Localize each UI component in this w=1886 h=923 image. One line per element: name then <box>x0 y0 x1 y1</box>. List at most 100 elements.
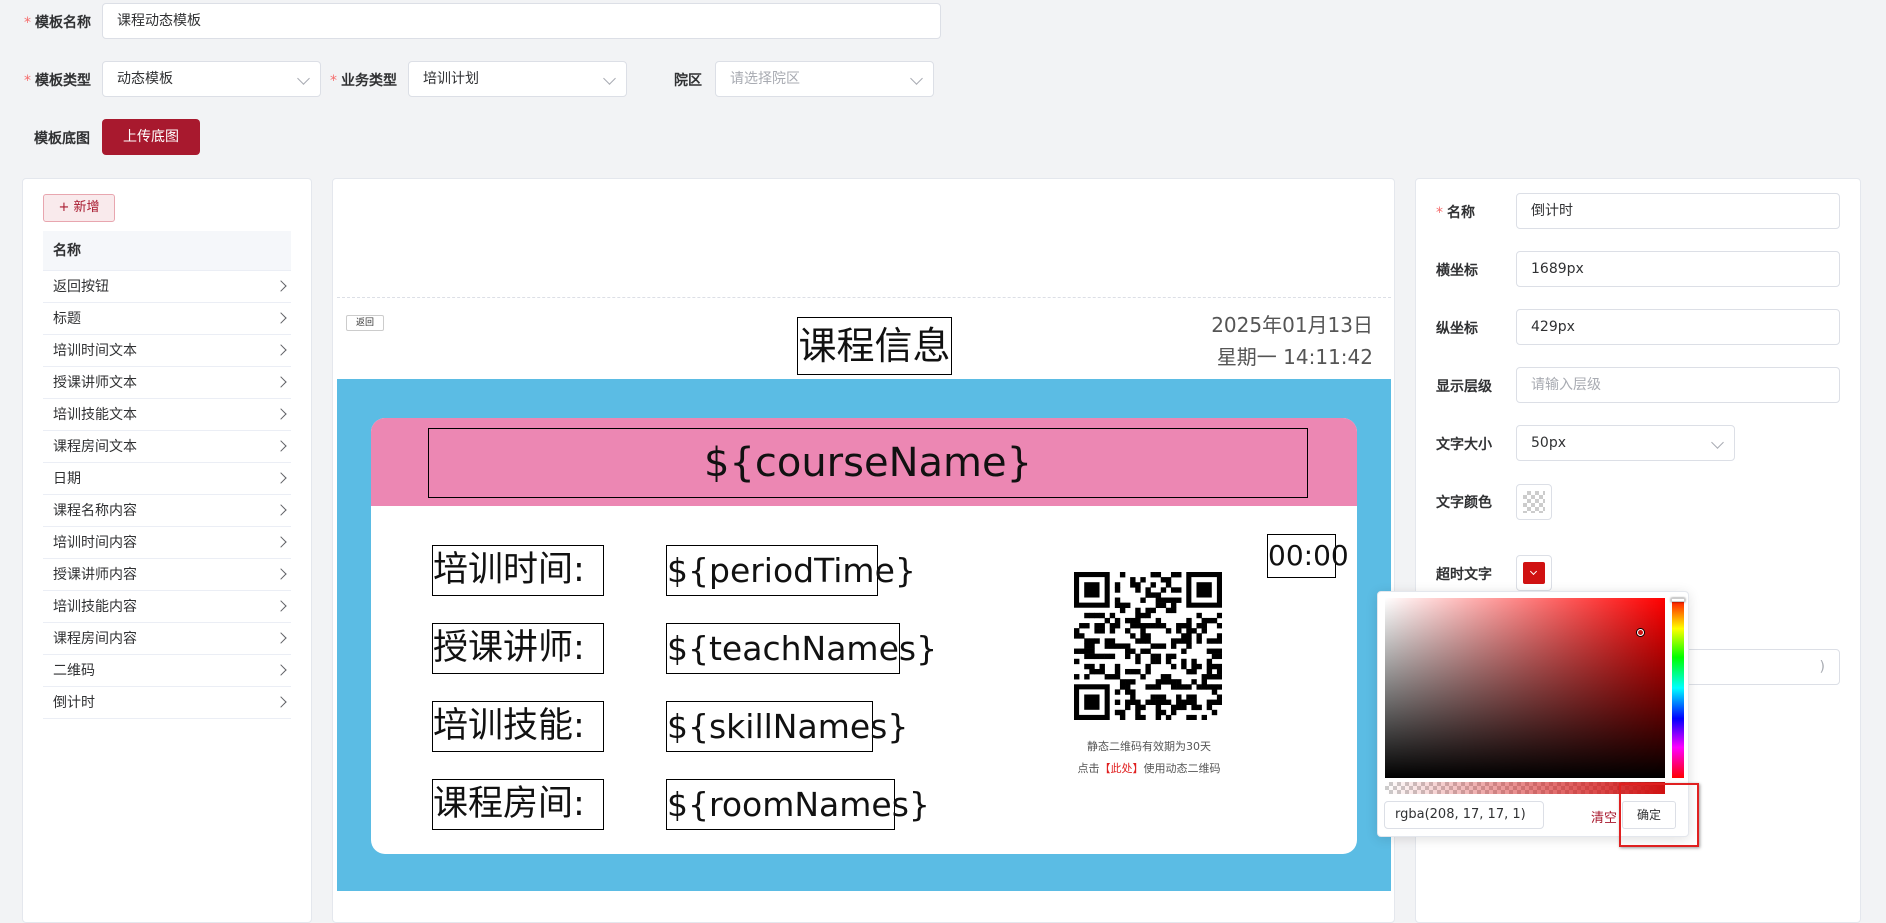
list-item-label: 培训时间文本 <box>53 343 137 359</box>
chevron-right-icon <box>275 280 287 292</box>
chevron-right-icon <box>275 472 287 484</box>
bg-label: 模板底图 <box>34 131 90 147</box>
chevron-right-icon <box>275 344 287 356</box>
room-names-element[interactable]: ${roomNames} <box>666 779 930 830</box>
list-item-label: 培训技能文本 <box>53 407 137 423</box>
prop-font-size-select[interactable]: 50px <box>1516 425 1735 461</box>
list-header: 名称 <box>43 231 291 271</box>
qr-code-element[interactable] <box>1074 572 1223 721</box>
teach-names-element[interactable]: ${teachNames} <box>666 623 937 674</box>
prop-y-label: 纵坐标 <box>1436 321 1478 337</box>
list-item-label: 日期 <box>53 471 81 487</box>
prop-x-label: 横坐标 <box>1436 263 1478 279</box>
canvas-panel: 返回 课程信息 2025年01月13日 星期一 14:11:42 ${cours… <box>332 178 1395 923</box>
chevron-right-icon <box>275 408 287 420</box>
back-button-element[interactable]: 返回 <box>346 315 384 331</box>
list-item[interactable]: 倒计时 <box>43 687 291 719</box>
hue-thumb[interactable] <box>1671 598 1685 602</box>
prop-y-input[interactable]: 429px <box>1516 309 1840 345</box>
prop-name-label: * 名称 <box>1436 205 1475 221</box>
transparent-pattern-icon <box>1523 491 1545 513</box>
upload-bg-button[interactable]: 上传底图 <box>102 119 200 155</box>
canvas-top-border <box>337 297 1391 298</box>
date-line-2: 星期一 14:11:42 <box>1216 345 1373 369</box>
campus-placeholder: 请选择院区 <box>730 71 800 87</box>
list-item[interactable]: 课程房间文本 <box>43 431 291 463</box>
qr-note: 静态二维码有效期为30天 点击【此处】使用动态二维码 <box>1049 736 1249 780</box>
room-label-element[interactable]: 课程房间: <box>432 779 604 830</box>
canvas-background: ${courseName} 00:00 培训时间: 授课讲师: 培训技能: 课程… <box>337 379 1391 891</box>
chevron-down-icon <box>910 72 923 85</box>
business-type-label: * 业务类型 <box>330 73 397 89</box>
element-list: 返回按钮 标题培训时间文本 授课讲师文本 培训技能文本课程房间文本日期课程名称内容 培训… <box>43 271 291 731</box>
list-item[interactable]: 课程房间内容 <box>43 623 291 655</box>
list-item[interactable]: 日期 <box>43 463 291 495</box>
course-name-element[interactable]: ${courseName} <box>428 428 1308 498</box>
add-element-button[interactable]: + 新增 <box>43 194 115 222</box>
skill-label-element[interactable]: 培训技能: <box>432 701 604 752</box>
canvas-title-element[interactable]: 课程信息 <box>797 317 952 375</box>
template-type-label: * 模板类型 <box>24 73 91 89</box>
list-item[interactable]: 授课讲师文本 <box>43 367 291 399</box>
chevron-right-icon <box>275 696 287 708</box>
chevron-right-icon <box>275 632 287 644</box>
prop-z-input[interactable]: 请输入层级 <box>1516 367 1840 403</box>
chevron-down-icon <box>1711 436 1724 449</box>
template-name-label: * 模板名称 <box>24 15 91 31</box>
countdown-element[interactable]: 00:00 <box>1267 534 1349 578</box>
list-item[interactable]: 培训技能内容 <box>43 591 291 623</box>
highlight-annotation-box <box>1619 783 1699 847</box>
chevron-right-icon <box>275 504 287 516</box>
font-size-value: 50px <box>1531 435 1566 451</box>
qr-dynamic-link[interactable]: 【此处】 <box>1100 762 1144 775</box>
list-item-label: 倒计时 <box>53 695 95 711</box>
list-item-label: 课程名称内容 <box>53 503 137 519</box>
saturation-panel[interactable] <box>1385 598 1665 778</box>
date-element[interactable]: 2025年01月13日 星期一 14:11:42 <box>1153 309 1373 373</box>
chevron-right-icon <box>275 440 287 452</box>
teacher-label-element[interactable]: 授课讲师: <box>432 623 604 674</box>
template-type-select[interactable]: 动态模板 <box>102 61 321 97</box>
list-item[interactable]: 授课讲师内容 <box>43 559 291 591</box>
chevron-down-icon <box>603 72 616 85</box>
chevron-right-icon <box>275 600 287 612</box>
chevron-right-icon <box>275 536 287 548</box>
chevron-right-icon <box>275 376 287 388</box>
chevron-right-icon <box>275 664 287 676</box>
template-name-input[interactable]: 课程动态模板 <box>102 3 941 39</box>
chevron-right-icon <box>275 568 287 580</box>
date-line-1: 2025年01月13日 <box>1211 313 1373 337</box>
prop-name-input[interactable]: 倒计时 <box>1516 193 1840 229</box>
list-item-label: 培训时间内容 <box>53 535 137 551</box>
list-item[interactable]: 培训技能文本 <box>43 399 291 431</box>
skill-names-element[interactable]: ${skillNames} <box>666 701 908 752</box>
list-item-label: 授课讲师内容 <box>53 567 137 583</box>
list-item[interactable]: 二维码 <box>43 655 291 687</box>
business-type-value: 培训计划 <box>423 71 479 87</box>
list-item-label: 授课讲师文本 <box>53 375 137 391</box>
training-time-label-element[interactable]: 培训时间: <box>432 545 604 596</box>
campus-label: 院区 <box>674 73 702 89</box>
campus-select[interactable]: 请选择院区 <box>715 61 934 97</box>
period-time-element[interactable]: ${periodTime} <box>666 545 916 596</box>
list-item[interactable]: 标题 <box>43 303 291 335</box>
list-item[interactable]: 课程名称内容 <box>43 495 291 527</box>
list-item[interactable]: 培训时间文本 <box>43 335 291 367</box>
qr-note-suffix: 使用动态二维码 <box>1143 762 1221 775</box>
timeout-color-swatch[interactable] <box>1516 555 1552 591</box>
saturation-cursor[interactable] <box>1637 629 1644 636</box>
font-color-swatch[interactable] <box>1516 484 1552 520</box>
prop-timeout-label: 超时文字 <box>1436 567 1492 583</box>
list-item-label: 培训技能内容 <box>53 599 137 615</box>
business-type-select[interactable]: 培训计划 <box>408 61 627 97</box>
list-item[interactable]: 返回按钮 <box>43 271 291 303</box>
color-clear-button[interactable]: 清空 <box>1591 807 1617 826</box>
hue-slider[interactable] <box>1671 598 1685 778</box>
qr-note-prefix: 点击 <box>1077 762 1100 775</box>
prop-x-input[interactable]: 1689px <box>1516 251 1840 287</box>
list-item[interactable]: 培训时间内容 <box>43 527 291 559</box>
course-card: ${courseName} 00:00 培训时间: 授课讲师: 培训技能: 课程… <box>371 418 1357 854</box>
chevron-down-icon <box>297 72 310 85</box>
element-list-panel: + 新增 名称 返回按钮 标题培训时间文本 授课讲师文本 培训技能文本课程房间文本日期… <box>22 178 312 923</box>
color-value-input[interactable]: rgba(208, 17, 17, 1) <box>1384 801 1544 829</box>
